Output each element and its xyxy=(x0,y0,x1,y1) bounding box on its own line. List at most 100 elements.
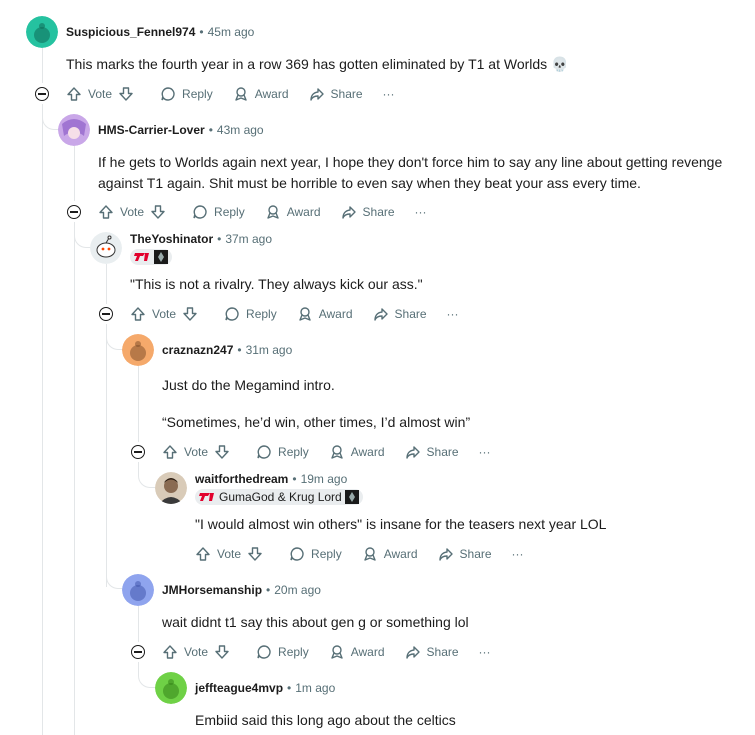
avatar[interactable] xyxy=(26,16,58,48)
award-button[interactable]: Award xyxy=(329,644,385,660)
comment-text: wait didnt t1 say this about gen g or so… xyxy=(162,614,469,630)
upvote-icon[interactable] xyxy=(162,644,178,660)
avatar[interactable] xyxy=(58,114,90,146)
username[interactable]: JMHorsemanship xyxy=(162,583,262,597)
timestamp[interactable]: 19m ago xyxy=(301,472,348,486)
timestamp[interactable]: 1m ago xyxy=(295,681,335,695)
upvote-icon[interactable] xyxy=(130,306,146,322)
timestamp[interactable]: 31m ago xyxy=(246,343,293,357)
separator-dot: • xyxy=(208,123,213,137)
share-button[interactable]: Share xyxy=(341,204,395,220)
share-button[interactable]: Share xyxy=(405,444,459,460)
username[interactable]: Suspicious_Fennel974 xyxy=(66,25,195,39)
timestamp[interactable]: 20m ago xyxy=(274,583,321,597)
chat-bubble-icon xyxy=(193,205,207,219)
more-options-button[interactable]: ··· xyxy=(447,307,459,321)
more-options-button[interactable]: ··· xyxy=(479,645,491,659)
vote-control: Vote xyxy=(162,444,236,460)
award-button[interactable]: Award xyxy=(329,444,385,460)
timestamp[interactable]: 45m ago xyxy=(208,25,255,39)
thread-elbow xyxy=(106,324,123,589)
comment-actions: Vote Reply Award Share ··· xyxy=(130,302,479,326)
collapse-button[interactable] xyxy=(99,307,113,321)
upvote-icon[interactable] xyxy=(66,86,82,102)
chat-bubble-icon xyxy=(225,307,239,321)
comment-meta: jeffteague4mvp • 1m ago xyxy=(195,679,335,697)
username[interactable]: craznazn247 xyxy=(162,343,233,357)
vote-control: Vote xyxy=(66,86,140,102)
separator-dot: • xyxy=(287,681,292,695)
thread-line xyxy=(106,264,107,304)
comment-text: "I would almost win others" is insane fo… xyxy=(195,516,607,532)
share-label: Share xyxy=(394,307,427,321)
collapse-button[interactable] xyxy=(67,205,81,219)
reply-button[interactable]: Reply xyxy=(289,546,342,562)
vote-label: Vote xyxy=(120,205,145,219)
t1-logo-icon xyxy=(199,493,214,501)
upvote-icon[interactable] xyxy=(195,546,211,562)
avatar[interactable] xyxy=(122,574,154,606)
award-button[interactable]: Award xyxy=(362,546,418,562)
comment-actions: Vote Reply Award Share ··· xyxy=(162,640,511,664)
reply-button[interactable]: Reply xyxy=(192,204,245,220)
username[interactable]: jeffteague4mvp xyxy=(195,681,283,695)
downvote-icon[interactable] xyxy=(150,204,166,220)
collapse-button[interactable] xyxy=(35,87,49,101)
username[interactable]: waitforthedream xyxy=(195,472,288,486)
timestamp[interactable]: 43m ago xyxy=(217,123,264,137)
more-options-button[interactable]: ··· xyxy=(383,87,395,101)
share-button[interactable]: Share xyxy=(405,644,459,660)
reply-label: Reply xyxy=(278,645,309,659)
collapse-button[interactable] xyxy=(131,445,145,459)
downvote-icon[interactable] xyxy=(214,444,230,460)
more-options-button[interactable]: ··· xyxy=(415,205,427,219)
reply-button[interactable]: Reply xyxy=(256,644,309,660)
comment-meta: HMS-Carrier-Lover • 43m ago xyxy=(98,121,264,139)
timestamp[interactable]: 37m ago xyxy=(225,232,272,246)
comment-text: This marks the fourth year in a row 369 … xyxy=(66,56,569,72)
award-button[interactable]: Award xyxy=(265,204,321,220)
downvote-icon[interactable] xyxy=(118,86,134,102)
reply-button[interactable]: Reply xyxy=(224,306,277,322)
avatar[interactable] xyxy=(122,334,154,366)
username[interactable]: TheYoshinator xyxy=(130,232,213,246)
comment-text: "This is not a rivalry. They always kick… xyxy=(130,276,423,292)
upvote-icon[interactable] xyxy=(162,444,178,460)
comment-actions: Vote Reply Award Share ··· xyxy=(66,82,415,106)
downvote-icon[interactable] xyxy=(247,546,263,562)
avatar[interactable] xyxy=(155,472,187,504)
more-options-button[interactable]: ··· xyxy=(512,547,524,561)
share-button[interactable]: Share xyxy=(438,546,492,562)
award-label: Award xyxy=(254,87,289,101)
champion-icon xyxy=(344,490,359,504)
reply-button[interactable]: Reply xyxy=(256,444,309,460)
comment-actions: Vote Reply Award Share ··· xyxy=(195,542,544,566)
share-icon xyxy=(341,206,356,219)
award-label: Award xyxy=(350,645,385,659)
downvote-icon[interactable] xyxy=(214,644,230,660)
champion-icon xyxy=(154,250,168,264)
username[interactable]: HMS-Carrier-Lover xyxy=(98,123,205,137)
share-label: Share xyxy=(426,645,459,659)
upvote-icon[interactable] xyxy=(98,204,114,220)
award-button[interactable]: Award xyxy=(297,306,353,322)
avatar[interactable] xyxy=(155,672,187,704)
thread-line xyxy=(42,48,43,83)
thread-line xyxy=(138,606,139,642)
more-options-button[interactable]: ··· xyxy=(479,445,491,459)
user-flair: GumaGod & Krug Lord xyxy=(195,489,363,505)
downvote-icon[interactable] xyxy=(182,306,198,322)
reply-button[interactable]: Reply xyxy=(160,86,213,102)
award-button[interactable]: Award xyxy=(233,86,289,102)
avatar[interactable] xyxy=(90,232,122,264)
comment-meta: Suspicious_Fennel974 • 45m ago xyxy=(66,23,254,41)
share-icon xyxy=(438,548,453,561)
vote-control: Vote xyxy=(130,306,204,322)
vote-control: Vote xyxy=(98,204,172,220)
award-label: Award xyxy=(286,205,321,219)
share-button[interactable]: Share xyxy=(309,86,363,102)
chat-bubble-icon xyxy=(290,547,304,561)
share-button[interactable]: Share xyxy=(373,306,427,322)
vote-control: Vote xyxy=(195,546,269,562)
collapse-button[interactable] xyxy=(131,645,145,659)
